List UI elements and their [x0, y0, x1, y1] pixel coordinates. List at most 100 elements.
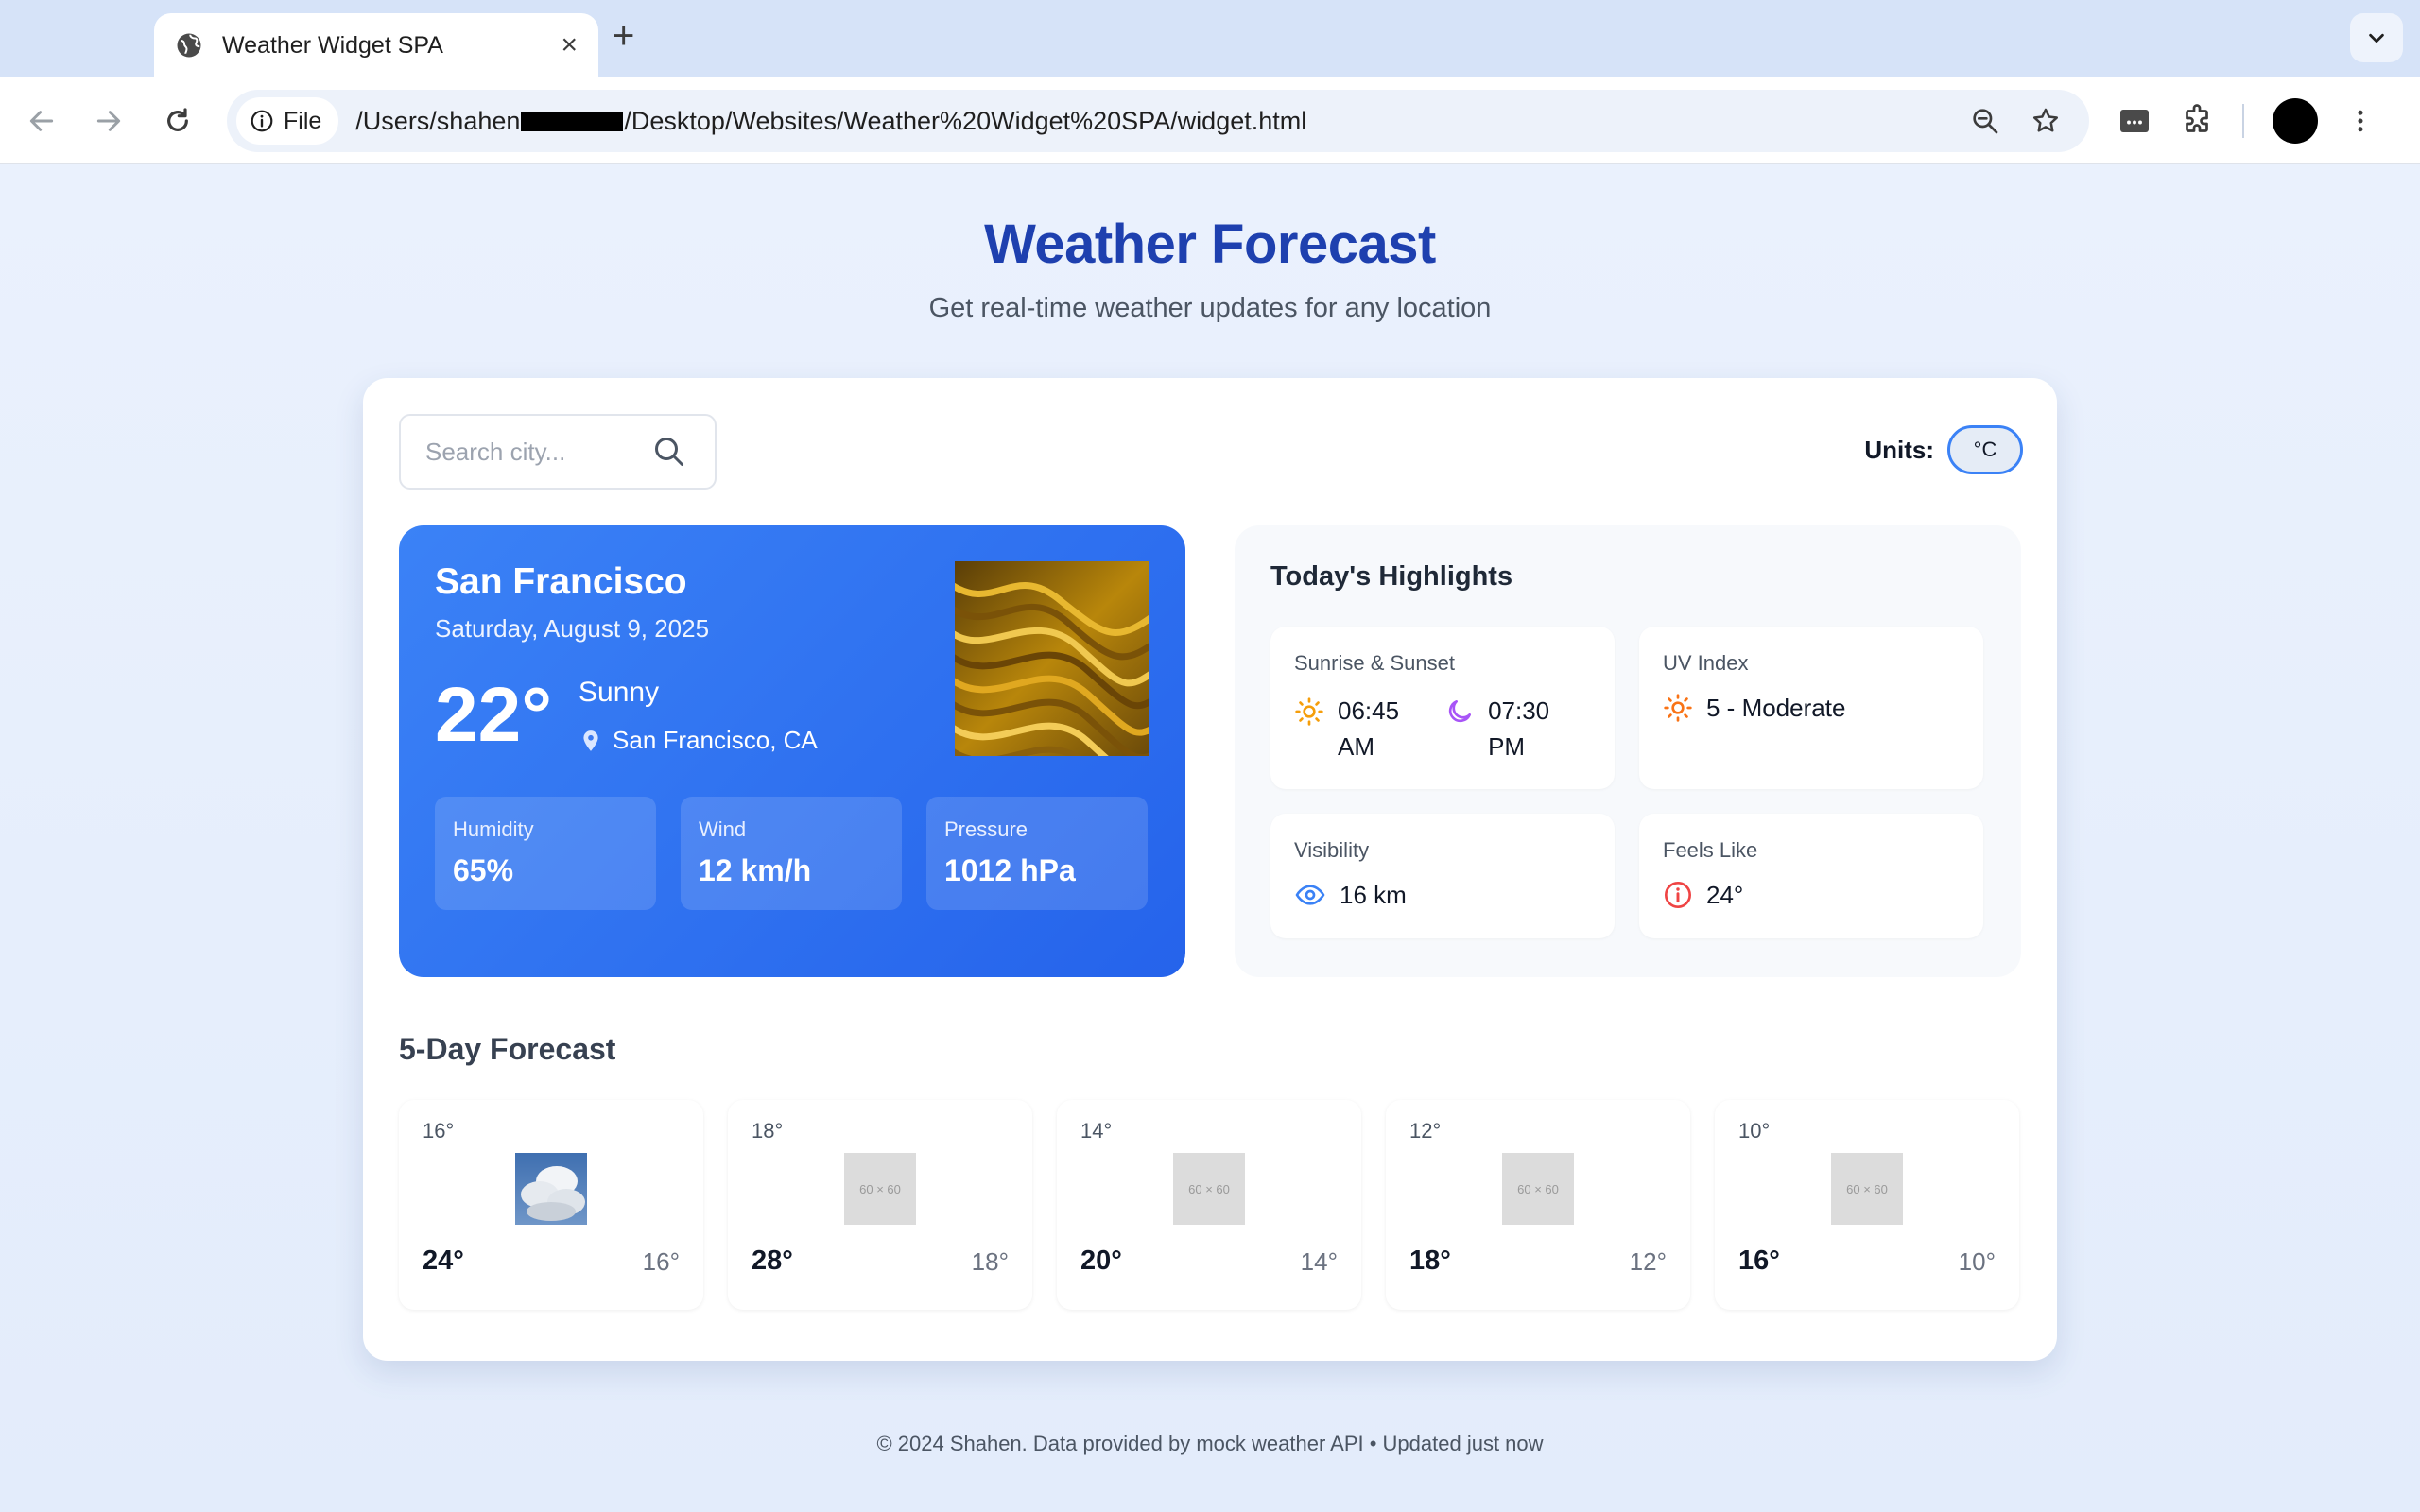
- sunrise-time: 06:45 AM: [1338, 693, 1399, 765]
- forecast-high: 20°: [1080, 1246, 1122, 1276]
- uv-value: 5 - Moderate: [1706, 693, 1846, 722]
- abstract-gold-waves-image: [955, 561, 1150, 756]
- current-temperature: 22°: [435, 672, 553, 758]
- page-title: Weather Forecast: [984, 214, 1436, 275]
- forecast-low: 18°: [971, 1247, 1009, 1276]
- tab-strip: Weather Widget SPA × +: [0, 0, 2420, 77]
- site-info-chip[interactable]: File: [236, 97, 339, 145]
- page-content: Weather Forecast Get real-time weather u…: [0, 165, 2420, 1512]
- forecast-top-temp: 14°: [1080, 1119, 1113, 1143]
- search-input[interactable]: [425, 437, 652, 467]
- info-icon: [251, 110, 273, 132]
- units-label: Units:: [1864, 435, 1934, 464]
- forecast-high: 28°: [752, 1246, 793, 1276]
- sunrise-clock: 06:45: [1338, 696, 1400, 725]
- sunrise-sunset-card: Sunrise & Sunset 06:45 AM 07:30 PM: [1270, 627, 1615, 789]
- profile-avatar[interactable]: [2273, 98, 2318, 144]
- kebab-menu-icon[interactable]: [2346, 104, 2375, 138]
- forecast-low: 16°: [642, 1247, 680, 1276]
- forecast-top-temp: 16°: [423, 1119, 455, 1143]
- highlight-label: Visibility: [1294, 838, 1370, 862]
- forecast-top-temp: 10°: [1738, 1119, 1771, 1143]
- sunset-clock: 07:30: [1488, 696, 1550, 725]
- sun-icon: [1295, 697, 1323, 726]
- wind-stat: Wind 12 km/h: [681, 797, 902, 910]
- back-button[interactable]: [21, 100, 62, 142]
- tab-close-icon[interactable]: ×: [561, 31, 578, 60]
- forecast-day-card: 10° 60 × 60 16° 10°: [1715, 1100, 2019, 1310]
- sunset-time: 07:30 PM: [1488, 693, 1549, 765]
- forecast-day-card: 14° 60 × 60 20° 14°: [1057, 1100, 1361, 1310]
- url-prefix: /Users/shahen: [355, 106, 521, 135]
- humidity-stat: Humidity 65%: [435, 797, 656, 910]
- search-icon[interactable]: [652, 435, 686, 469]
- weather-image: [955, 561, 1150, 756]
- pressure-stat: Pressure 1012 hPa: [926, 797, 1148, 910]
- moon-icon: [1448, 700, 1472, 723]
- placeholder-text: 60 × 60: [1831, 1153, 1903, 1225]
- feels-like-card: Feels Like 24°: [1639, 814, 1983, 938]
- placeholder-image: 60 × 60: [1173, 1153, 1245, 1225]
- highlight-label: UV Index: [1663, 651, 1749, 675]
- uv-index-card: UV Index 5 - Moderate: [1639, 627, 1983, 789]
- forecast-low: 10°: [1958, 1247, 1996, 1276]
- eye-icon: [1295, 885, 1325, 905]
- cloud-photo: [515, 1153, 587, 1225]
- reload-icon: [167, 108, 188, 131]
- location-line: San Francisco, CA: [579, 726, 818, 755]
- chevron-down-icon: [2369, 33, 2384, 43]
- extensions-puzzle-icon[interactable]: [2180, 104, 2214, 138]
- current-weather-panel: San Francisco Saturday, August 9, 2025 2…: [399, 525, 1185, 977]
- forward-button[interactable]: [88, 100, 130, 142]
- address-bar[interactable]: File /Users/shahen/Desktop/Websites/Weat…: [227, 90, 2089, 152]
- stat-value: 65%: [453, 853, 514, 887]
- forecast-top-temp: 12°: [1409, 1119, 1442, 1143]
- browser-toolbar: File /Users/shahen/Desktop/Websites/Weat…: [0, 77, 2420, 164]
- tab-title: Weather Widget SPA: [222, 31, 443, 59]
- stat-value: 1012 hPa: [944, 853, 1076, 887]
- sunrise-period: AM: [1338, 732, 1374, 761]
- zoom-out-icon[interactable]: [1970, 106, 2000, 136]
- page-subtitle: Get real-time weather updates for any lo…: [928, 293, 1492, 323]
- arrow-left-icon: [29, 111, 54, 131]
- forecast-high: 16°: [1738, 1246, 1780, 1276]
- forecast-high: 24°: [423, 1246, 464, 1276]
- forecast-day-card: 16° 24° 16°: [399, 1100, 703, 1310]
- unit-toggle-button[interactable]: °C: [1947, 425, 2023, 474]
- password-manager-icon[interactable]: [2118, 104, 2152, 138]
- forecast-day-card: 18° 60 × 60 28° 18°: [728, 1100, 1032, 1310]
- toolbar-divider: [2242, 104, 2244, 138]
- redaction-bar: [521, 112, 624, 132]
- bookmark-star-icon[interactable]: [2031, 106, 2061, 136]
- weather-card: Units: °C San Francisco Saturday, August…: [363, 378, 2057, 1361]
- url-text[interactable]: /Users/shahen/Desktop/Websites/Weather%2…: [355, 107, 1306, 136]
- placeholder-text: 60 × 60: [1173, 1153, 1245, 1225]
- tab-search-button[interactable]: [2350, 13, 2403, 62]
- file-chip-label: File: [284, 107, 322, 134]
- stat-value: 12 km/h: [699, 853, 812, 887]
- forecast-day-card: 12° 60 × 60 18° 12°: [1386, 1100, 1690, 1310]
- placeholder-image: 60 × 60: [844, 1153, 916, 1225]
- sun-icon: [1664, 694, 1692, 722]
- stat-label: Wind: [699, 817, 747, 841]
- search-box[interactable]: [399, 414, 717, 490]
- globe-icon: [177, 33, 201, 58]
- forecast-top-temp: 18°: [752, 1119, 784, 1143]
- weather-condition: Sunny: [579, 677, 660, 708]
- browser-tab[interactable]: Weather Widget SPA ×: [154, 13, 598, 77]
- placeholder-image: 60 × 60: [1502, 1153, 1574, 1225]
- map-pin-icon: [583, 730, 598, 751]
- url-suffix: /Desktop/Websites/Weather%20Widget%20SPA…: [624, 106, 1307, 135]
- forecast-low: 12°: [1629, 1247, 1667, 1276]
- visibility-value: 16 km: [1340, 880, 1407, 909]
- arrow-right-icon: [96, 111, 121, 131]
- highlights-panel: Today's Highlights Sunrise & Sunset 06:4…: [1235, 525, 2021, 977]
- reload-button[interactable]: [157, 100, 199, 142]
- placeholder-text: 60 × 60: [844, 1153, 916, 1225]
- new-tab-button[interactable]: +: [613, 17, 634, 55]
- stat-label: Pressure: [944, 817, 1028, 841]
- highlight-label: Sunrise & Sunset: [1294, 651, 1455, 675]
- visibility-card: Visibility 16 km: [1270, 814, 1615, 938]
- forecast-high: 18°: [1409, 1246, 1451, 1276]
- current-stats: Humidity 65% Wind 12 km/h Pressure 1012 …: [435, 797, 1148, 910]
